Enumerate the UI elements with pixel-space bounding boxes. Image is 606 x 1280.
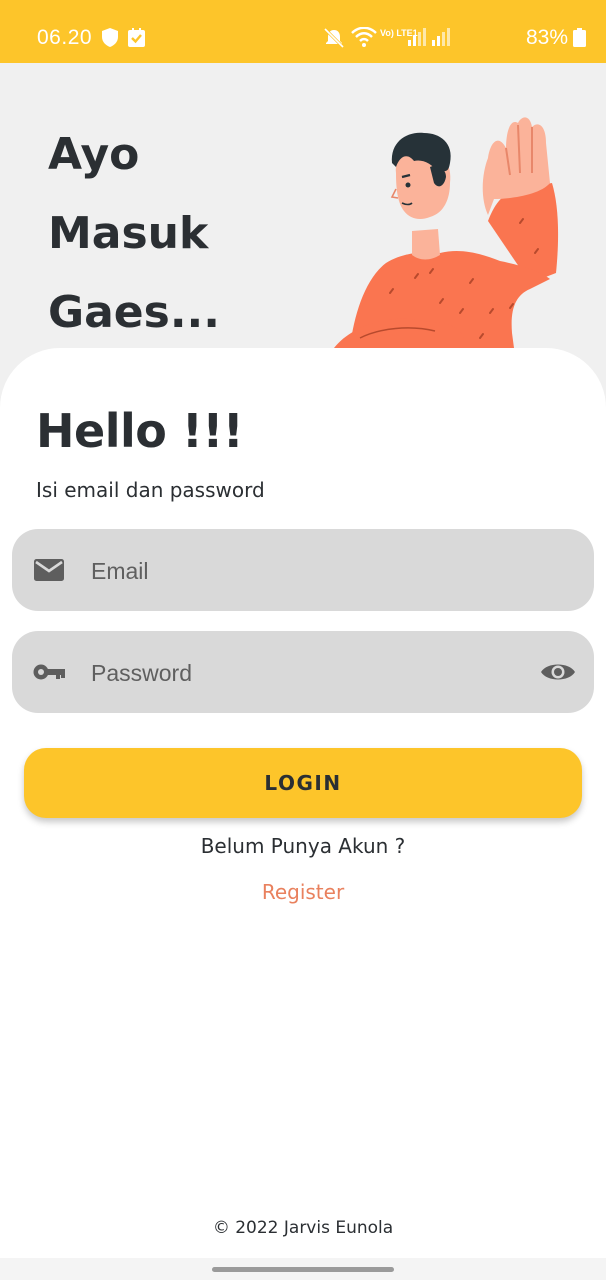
register-link[interactable]: Register — [0, 880, 606, 904]
signal-icon-2 — [430, 28, 450, 51]
eye-icon[interactable] — [540, 656, 576, 688]
mute-icon — [323, 27, 345, 53]
battery-icon — [573, 28, 586, 52]
email-field[interactable] — [12, 529, 594, 613]
hero-section: Ayo Masuk Gaes... — [0, 63, 606, 363]
mail-icon — [32, 554, 66, 586]
login-heading: Hello !!! — [36, 404, 244, 458]
battery-percent: 83% — [525, 26, 568, 49]
hero-title-line: Ayo — [48, 129, 140, 180]
waving-man-illustration — [320, 103, 580, 363]
key-icon — [32, 656, 66, 688]
password-input[interactable] — [89, 631, 523, 715]
home-gesture-handle[interactable] — [212, 1267, 394, 1272]
login-subtitle: Isi email dan password — [36, 478, 265, 502]
copyright-text: © 2022 Jarvis Eunola — [212, 1218, 394, 1238]
email-input[interactable] — [89, 529, 523, 613]
login-button[interactable]: LOGIN — [24, 748, 582, 818]
signal-icon — [406, 28, 426, 51]
hero-title-line: Gaes... — [48, 287, 220, 338]
hero-title-line: Masuk — [48, 208, 209, 259]
navigation-bar — [0, 1258, 606, 1280]
check-box-icon — [128, 28, 145, 52]
wifi-icon — [351, 26, 377, 52]
hero-title: Ayo Masuk Gaes... — [48, 115, 220, 352]
shield-icon — [102, 28, 118, 52]
status-time: 06.20 — [37, 26, 93, 49]
password-field[interactable] — [12, 631, 594, 715]
login-card: Hello !!! Isi email dan password LOGIN B… — [0, 348, 606, 1258]
no-account-text: Belum Punya Akun ? — [200, 834, 406, 858]
status-bar: 06.20 Vo) LTE1 83% — [0, 0, 606, 63]
